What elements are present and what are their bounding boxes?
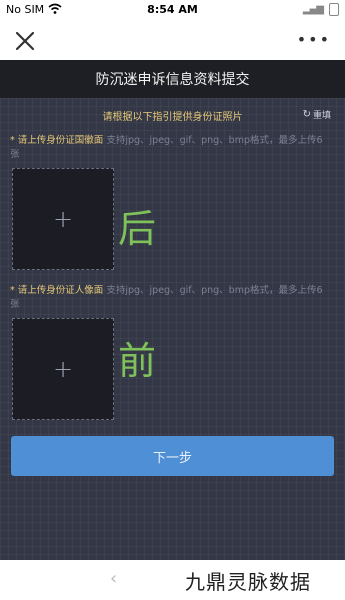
upload-emblem-side[interactable]: + xyxy=(12,168,114,270)
battery-icon xyxy=(329,3,339,16)
next-button[interactable]: 下一步 xyxy=(11,436,334,476)
instruction-text: 请根据以下指引提供身份证照片 xyxy=(102,112,243,123)
handwritten-note: 后 xyxy=(118,207,157,251)
watermark: 九鼎灵脉数据 xyxy=(185,570,311,594)
more-options-icon[interactable]: ••• xyxy=(297,32,331,48)
clock: 8:54 AM xyxy=(147,3,198,16)
reset-button[interactable]: ↻ 重填 xyxy=(303,108,331,121)
field-label-portrait-side: * 请上传身份证人像面 支持jpg、jpeg、gif、png、bmp格式，最多上… xyxy=(10,284,332,312)
chevron-left-icon[interactable]: ‹ xyxy=(110,568,117,589)
plus-icon: + xyxy=(52,205,74,233)
handwritten-note: 前 xyxy=(118,339,157,383)
field-label-emblem-side: * 请上传身份证国徽面 支持jpg、jpeg、gif、png、bmp格式，最多上… xyxy=(10,134,332,162)
status-bar: No SIM 8:54 AM ▂▄▆ xyxy=(0,0,345,22)
page-title: 防沉迷申诉信息资料提交 xyxy=(95,72,250,88)
form-panel: 请根据以下指引提供身份证照片 ↻ 重填 * 请上传身份证国徽面 支持jpg、jp… xyxy=(0,98,345,560)
required-mark: * xyxy=(10,285,15,296)
nav-bar: ••• xyxy=(0,22,345,60)
plus-icon: + xyxy=(52,355,74,383)
field-title: 请上传身份证国徽面 xyxy=(17,135,104,146)
reset-label: 重填 xyxy=(312,111,331,121)
required-mark: * xyxy=(10,135,15,146)
signal-icon: ▂▄▆ xyxy=(302,4,324,15)
upload-portrait-side[interactable]: + xyxy=(12,318,114,420)
refresh-icon: ↻ xyxy=(302,109,311,120)
page-header: 防沉迷申诉信息资料提交 xyxy=(0,60,345,98)
field-title: 请上传身份证人像面 xyxy=(17,285,104,296)
close-icon[interactable] xyxy=(12,28,38,54)
